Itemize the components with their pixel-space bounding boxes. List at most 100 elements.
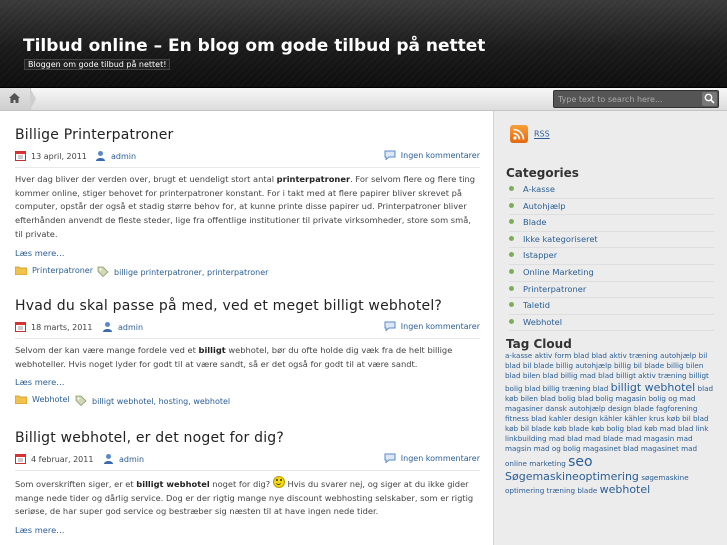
post-title[interactable]: Billige Printerpatroner — [15, 127, 480, 143]
tag-link[interactable]: fitness blad — [505, 414, 547, 423]
category-label: Printerpatroner — [523, 283, 587, 294]
bullet-icon — [509, 318, 514, 324]
tag-link[interactable]: online marketing — [505, 459, 566, 468]
bullet-icon — [509, 235, 514, 241]
search-button[interactable] — [702, 92, 717, 106]
category-link[interactable]: Printerpatroner — [32, 266, 93, 275]
post: Billigt webhotel, er det noget for dig? … — [15, 430, 480, 535]
post-tags: billigt webhotel, hosting, webhotel — [75, 395, 230, 407]
tag-link[interactable]: træning blade — [547, 486, 598, 495]
tag-link[interactable]: bilen blad — [523, 371, 558, 380]
tags-link[interactable]: billigt webhotel, hosting, webhotel — [92, 397, 230, 406]
read-more-link[interactable]: Læs mere… — [15, 525, 480, 535]
category-item[interactable]: Webhotel — [509, 315, 714, 332]
tag-link[interactable]: køb blade — [554, 424, 589, 433]
date-text: 18 marts, 2011 — [31, 323, 93, 332]
tag-link[interactable]: køb bolig blad — [591, 424, 642, 433]
category-item[interactable]: Taletid — [509, 298, 714, 315]
tag-link[interactable]: blad aktiv træning — [591, 351, 657, 360]
tag-link[interactable]: bil blade — [523, 361, 554, 370]
tag-link[interactable]: billig autohjælp — [556, 361, 612, 370]
tag-link[interactable]: mad blade — [585, 434, 623, 443]
tag-link[interactable]: blade — [531, 424, 551, 433]
tag-link[interactable]: mad og bolig magasinet — [534, 444, 621, 453]
tag-link[interactable]: mad — [677, 434, 693, 443]
author-link[interactable]: admin — [119, 455, 144, 464]
tag-link[interactable]: a-kasse — [505, 351, 532, 360]
comments-link[interactable]: Ingen kommentarer — [401, 454, 480, 463]
tag-link[interactable]: seo — [568, 454, 592, 470]
post-title[interactable]: Hvad du skal passe på med, ved et meget … — [15, 298, 480, 314]
tag-link[interactable]: mad blad — [549, 434, 583, 443]
tag-link[interactable]: optimering — [505, 486, 544, 495]
post-date: 13 april, 2011 — [15, 150, 87, 161]
category-label: Autohjælp — [523, 200, 566, 211]
comments-link[interactable]: Ingen kommentarer — [401, 322, 480, 331]
excerpt-text: Selvom der kan være mange fordele ved et — [15, 345, 199, 355]
excerpt-text: Hver dag bliver der verden over, brugt e… — [15, 174, 277, 184]
category-link[interactable]: Webhotel — [32, 395, 70, 404]
tag-link[interactable]: blad magasinet — [623, 444, 679, 453]
tag-link[interactable]: køb mad blad — [644, 424, 693, 433]
author-link[interactable]: admin — [111, 152, 136, 161]
category-item[interactable]: Online Marketing — [509, 265, 714, 282]
categories-heading: Categories — [506, 166, 579, 180]
tag-link[interactable]: billig bil blade — [614, 361, 664, 370]
tags-link[interactable]: billige printerpatroner, printerpatroner — [114, 268, 268, 277]
tag-link[interactable]: kähler — [600, 414, 622, 423]
tag-link[interactable]: autohjælp — [660, 351, 696, 360]
tag-link[interactable]: mad — [681, 444, 697, 453]
tag-icon — [75, 396, 87, 407]
tag-link[interactable]: kahler design — [549, 414, 598, 423]
tag-link[interactable]: billig mad blad — [560, 371, 613, 380]
post-date: 4 februar, 2011 — [15, 453, 93, 464]
tag-link[interactable]: design blade — [608, 404, 654, 413]
rss-link[interactable]: RSS — [510, 125, 550, 143]
tag-link[interactable]: køb bil blad — [667, 414, 709, 423]
post: Hvad du skal passe på med, ved et meget … — [15, 298, 480, 407]
tag-link[interactable]: link — [696, 424, 709, 433]
tag-link[interactable]: køb bil — [505, 424, 529, 433]
post-category: Printerpatroner — [15, 266, 93, 275]
user-icon — [96, 151, 105, 161]
bullet-icon — [509, 285, 514, 291]
comment-icon — [384, 321, 396, 331]
category-item[interactable]: Blade — [509, 215, 714, 232]
category-item[interactable]: Ikke kategoriseret — [509, 232, 714, 249]
tag-link[interactable]: webhotel — [600, 483, 651, 496]
tag-link[interactable]: dansk autohjælp — [545, 404, 605, 413]
post-title[interactable]: Billigt webhotel, er det noget for dig? — [15, 430, 480, 446]
tag-link[interactable]: søgemaskine — [641, 473, 688, 482]
read-more-link[interactable]: Læs mere… — [15, 377, 480, 387]
home-button[interactable] — [0, 88, 31, 110]
rss-label: RSS — [534, 129, 550, 139]
tag-link[interactable]: aktiv form blad — [535, 351, 590, 360]
tag-link[interactable]: linkbuilding — [505, 434, 547, 443]
author-link[interactable]: admin — [118, 323, 143, 332]
category-item[interactable]: Printerpatroner — [509, 282, 714, 299]
tag-link[interactable]: magsin — [505, 444, 531, 453]
comments-link[interactable]: Ingen kommentarer — [401, 151, 480, 160]
calendar-icon — [15, 151, 26, 161]
bullet-icon — [509, 202, 514, 208]
tag-link[interactable]: Søgemaskineoptimering — [505, 470, 639, 483]
post-meta: 13 april, 2011 admin Ingen kommentarer — [15, 150, 480, 168]
tag-link[interactable]: billigt webhotel — [611, 381, 696, 394]
site-title[interactable]: Tilbud online – En blog om gode tilbud p… — [23, 36, 485, 56]
tag-link[interactable]: blad bolig — [540, 394, 575, 403]
main-content: Billige Printerpatroner 13 april, 2011 a… — [0, 111, 494, 545]
tag-link[interactable]: mad magasin — [625, 434, 674, 443]
excerpt-text: Som overskriften siger, er et — [15, 479, 137, 489]
category-label: Istapper — [523, 250, 558, 261]
tag-link[interactable]: fagforening — [656, 404, 697, 413]
category-item[interactable]: A-kasse — [509, 182, 714, 199]
tag-link[interactable]: billigt aktiv træning — [616, 371, 687, 380]
read-more-link[interactable]: Læs mere… — [15, 248, 480, 258]
tag-link[interactable]: kähler krus — [624, 414, 664, 423]
tag-link[interactable]: blad bolig magasin — [578, 394, 646, 403]
tag-link[interactable]: billig træning blad — [543, 384, 609, 393]
category-item[interactable]: Autohjælp — [509, 199, 714, 216]
rss-icon — [510, 125, 528, 143]
search-input[interactable] — [556, 92, 700, 106]
category-item[interactable]: Istapper — [509, 248, 714, 265]
